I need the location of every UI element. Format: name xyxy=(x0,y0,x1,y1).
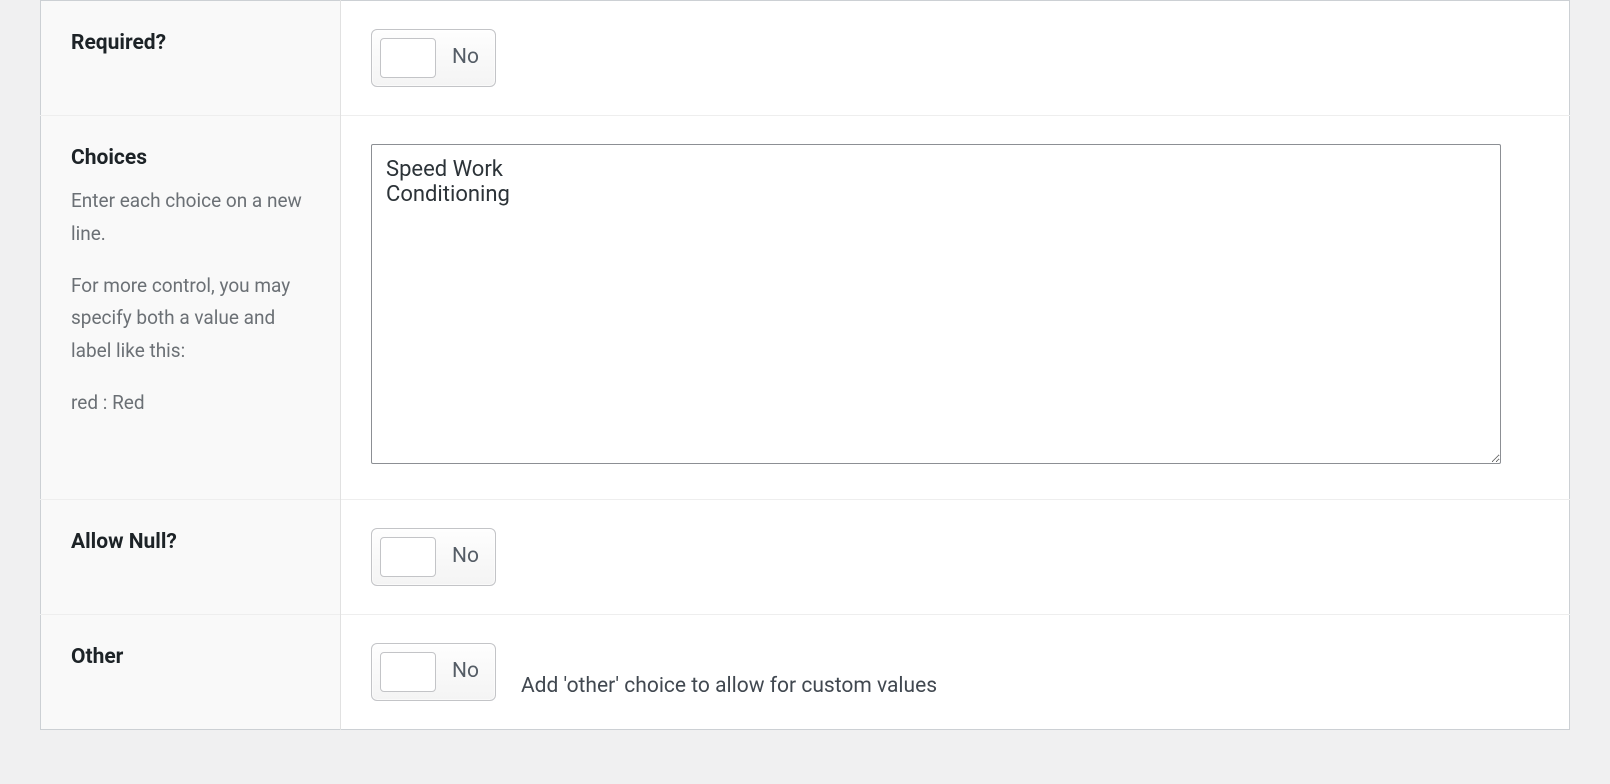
required-label: Required? xyxy=(71,29,310,58)
choices-desc-line3: red : Red xyxy=(71,387,310,419)
choices-textarea[interactable] xyxy=(371,144,1501,464)
required-toggle[interactable]: No xyxy=(371,29,496,87)
other-label: Other xyxy=(71,643,310,672)
row-required: Required? No xyxy=(41,1,1570,116)
other-description: Add 'other' choice to allow for custom v… xyxy=(521,672,937,701)
choices-desc-line1: Enter each choice on a new line. xyxy=(71,185,310,250)
field-settings-table: Required? No Choices Enter each choice o… xyxy=(40,0,1570,730)
choices-desc-line2: For more control, you may specify both a… xyxy=(71,270,310,367)
toggle-knob xyxy=(380,38,436,78)
allow-null-toggle-label: No xyxy=(452,542,479,571)
choices-label: Choices xyxy=(71,144,310,173)
row-other: Other No Add 'other' choice to allow for… xyxy=(41,615,1570,730)
allow-null-toggle[interactable]: No xyxy=(371,528,496,586)
allow-null-label: Allow Null? xyxy=(71,528,310,557)
toggle-knob xyxy=(380,652,436,692)
required-toggle-label: No xyxy=(452,43,479,72)
row-allow-null: Allow Null? No xyxy=(41,500,1570,615)
other-toggle-label: No xyxy=(452,657,479,686)
other-toggle[interactable]: No xyxy=(371,643,496,701)
toggle-knob xyxy=(380,537,436,577)
row-choices: Choices Enter each choice on a new line.… xyxy=(41,116,1570,500)
choices-description: Enter each choice on a new line. For mor… xyxy=(71,185,310,419)
